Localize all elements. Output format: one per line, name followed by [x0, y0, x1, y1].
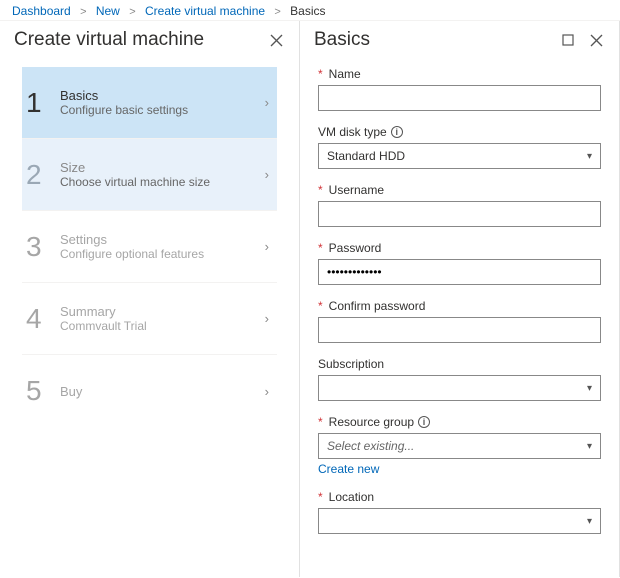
- crumb-basics: Basics: [290, 4, 325, 18]
- chevron-right-icon: ›: [265, 95, 269, 110]
- password-label: Password: [329, 241, 382, 255]
- disk-type-label: VM disk type: [318, 125, 387, 139]
- location-select[interactable]: ▾: [318, 508, 601, 534]
- resource-group-select[interactable]: Select existing... ▾: [318, 433, 601, 459]
- basics-form: *Name VM disk typei Standard HDD ▾ *User…: [300, 57, 619, 548]
- close-icon[interactable]: [587, 31, 605, 49]
- resource-group-label: Resource group: [329, 415, 414, 429]
- name-input[interactable]: [318, 85, 601, 111]
- wizard-steps: 1 Basics Configure basic settings › 2 Si…: [0, 57, 299, 427]
- chevron-down-icon: ▾: [587, 516, 592, 527]
- step-summary: 4 Summary Commvault Trial ›: [22, 283, 277, 355]
- location-label: Location: [329, 490, 374, 504]
- subscription-label: Subscription: [318, 357, 384, 371]
- username-label: Username: [329, 183, 384, 197]
- maximize-icon[interactable]: [559, 31, 577, 49]
- basics-title: Basics: [314, 29, 549, 51]
- crumb-create-vm[interactable]: Create virtual machine: [145, 4, 265, 18]
- crumb-dashboard[interactable]: Dashboard: [12, 4, 71, 18]
- chevron-down-icon: ▾: [587, 151, 592, 162]
- subscription-select[interactable]: ▾: [318, 375, 601, 401]
- chevron-down-icon: ▾: [587, 441, 592, 452]
- wizard-blade: Create virtual machine 1 Basics Configur…: [0, 21, 300, 577]
- create-new-link[interactable]: Create new: [318, 462, 379, 476]
- basics-blade: Basics *Name VM disk typei Standard HDD …: [300, 21, 620, 577]
- confirm-password-input[interactable]: [318, 317, 601, 343]
- chevron-right-icon: ›: [265, 311, 269, 326]
- password-input[interactable]: [318, 259, 601, 285]
- confirm-password-label: Confirm password: [329, 299, 426, 313]
- step-buy: 5 Buy ›: [22, 355, 277, 427]
- step-basics[interactable]: 1 Basics Configure basic settings ›: [22, 67, 277, 139]
- chevron-right-icon: ›: [265, 167, 269, 182]
- name-label: Name: [329, 67, 361, 81]
- crumb-sep: >: [268, 6, 286, 18]
- info-icon[interactable]: i: [418, 416, 430, 428]
- crumb-sep: >: [74, 6, 92, 18]
- chevron-right-icon: ›: [265, 239, 269, 254]
- disk-type-select[interactable]: Standard HDD ▾: [318, 143, 601, 169]
- wizard-title: Create virtual machine: [14, 29, 257, 51]
- chevron-right-icon: ›: [265, 384, 269, 399]
- username-input[interactable]: [318, 201, 601, 227]
- close-icon[interactable]: [267, 31, 285, 49]
- breadcrumb: Dashboard > New > Create virtual machine…: [0, 0, 620, 21]
- step-settings: 3 Settings Configure optional features ›: [22, 211, 277, 283]
- crumb-new[interactable]: New: [96, 4, 120, 18]
- info-icon[interactable]: i: [391, 126, 403, 138]
- crumb-sep: >: [123, 6, 141, 18]
- step-size[interactable]: 2 Size Choose virtual machine size ›: [22, 139, 277, 211]
- chevron-down-icon: ▾: [587, 383, 592, 394]
